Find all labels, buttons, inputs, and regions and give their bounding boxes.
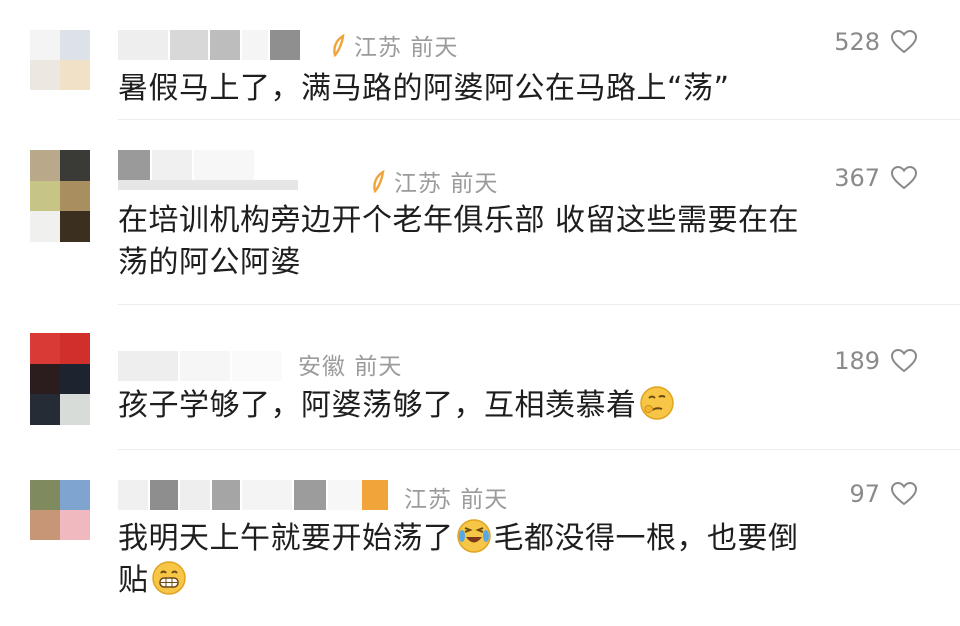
comment-text-span: 贴 bbox=[118, 563, 149, 598]
location: 安徽 bbox=[298, 354, 346, 380]
avatar[interactable] bbox=[30, 30, 90, 90]
comment-text-line: 在培训机构旁边开个老年俱乐部 收留这些需要在在 bbox=[118, 203, 800, 238]
heart-icon bbox=[890, 29, 918, 54]
heart-icon bbox=[890, 481, 918, 506]
like-count: 97 bbox=[849, 480, 880, 508]
comment-item[interactable]: 安徽 前天 189 孩子学够了，阿婆荡够了，互相羡慕着 bbox=[0, 305, 960, 450]
timestamp: 前天 bbox=[450, 171, 499, 197]
timestamp: 前天 bbox=[354, 354, 403, 380]
comment-meta: 江苏 前天 bbox=[330, 28, 458, 62]
avatar[interactable] bbox=[30, 333, 90, 425]
comment-text-span: 孩子学够了，阿婆荡够了，互相羡慕着 bbox=[118, 388, 637, 423]
comment-text: 暑假马上了，满马路的阿婆阿公在马路上“荡” bbox=[118, 71, 730, 106]
location-mark-icon bbox=[373, 170, 385, 194]
like-button[interactable]: 528 bbox=[834, 28, 918, 56]
location-mark-icon bbox=[333, 34, 345, 58]
comment-meta: 安徽 前天 bbox=[298, 347, 402, 381]
laughing-crying-emoji-icon bbox=[456, 519, 491, 553]
username-blurred[interactable] bbox=[118, 30, 338, 60]
location: 江苏 bbox=[404, 487, 452, 513]
comment-meta: 江苏 前天 bbox=[404, 480, 508, 514]
comment-meta: 江苏 前天 bbox=[370, 164, 498, 198]
comment-text-span: 我明天上午就要开始荡了 bbox=[118, 521, 454, 556]
timestamp: 前天 bbox=[460, 487, 509, 513]
comment-text: 我明天上午就要开始荡了 毛都没得一根，也要倒 贴 bbox=[118, 518, 898, 602]
comment-text: 孩子学够了，阿婆荡够了，互相羡慕着 bbox=[118, 385, 898, 427]
comment-item[interactable]: 江苏 前天 97 我明天上午就要开始荡了 毛都没得一根，也要倒 贴 bbox=[0, 450, 960, 626]
comment-text-line: 贴 bbox=[118, 560, 898, 602]
comment-text-line: 荡的阿公阿婆 bbox=[118, 245, 301, 280]
comment-text-line: 我明天上午就要开始荡了 毛都没得一根，也要倒 bbox=[118, 518, 898, 560]
username-blurred[interactable] bbox=[118, 480, 388, 510]
like-count: 189 bbox=[834, 347, 880, 375]
comment-text-span: 毛都没得一根，也要倒 bbox=[493, 521, 799, 556]
location: 江苏 bbox=[394, 171, 442, 197]
location: 江苏 bbox=[354, 35, 402, 61]
comment-item[interactable]: 江苏 前天 528 暑假马上了，满马路的阿婆阿公在马路上“荡” bbox=[0, 0, 960, 120]
thinking-emoji-icon bbox=[639, 386, 674, 420]
avatar[interactable] bbox=[30, 480, 90, 540]
heart-icon bbox=[890, 348, 918, 373]
grinning-emoji-icon bbox=[151, 561, 186, 595]
like-count: 528 bbox=[834, 28, 880, 56]
like-count: 367 bbox=[834, 164, 880, 192]
like-button[interactable]: 367 bbox=[834, 164, 918, 192]
timestamp: 前天 bbox=[410, 35, 459, 61]
heart-icon bbox=[890, 165, 918, 190]
like-button[interactable]: 189 bbox=[834, 347, 918, 375]
comment-text: 在培训机构旁边开个老年俱乐部 收留这些需要在在 荡的阿公阿婆 bbox=[118, 200, 898, 284]
like-button[interactable]: 97 bbox=[849, 480, 918, 508]
username-blurred[interactable] bbox=[118, 150, 358, 190]
avatar[interactable] bbox=[30, 150, 90, 242]
username-blurred[interactable] bbox=[118, 351, 288, 381]
comment-item[interactable]: 江苏 前天 367 在培训机构旁边开个老年俱乐部 收留这些需要在在 荡的阿公阿婆 bbox=[0, 120, 960, 305]
